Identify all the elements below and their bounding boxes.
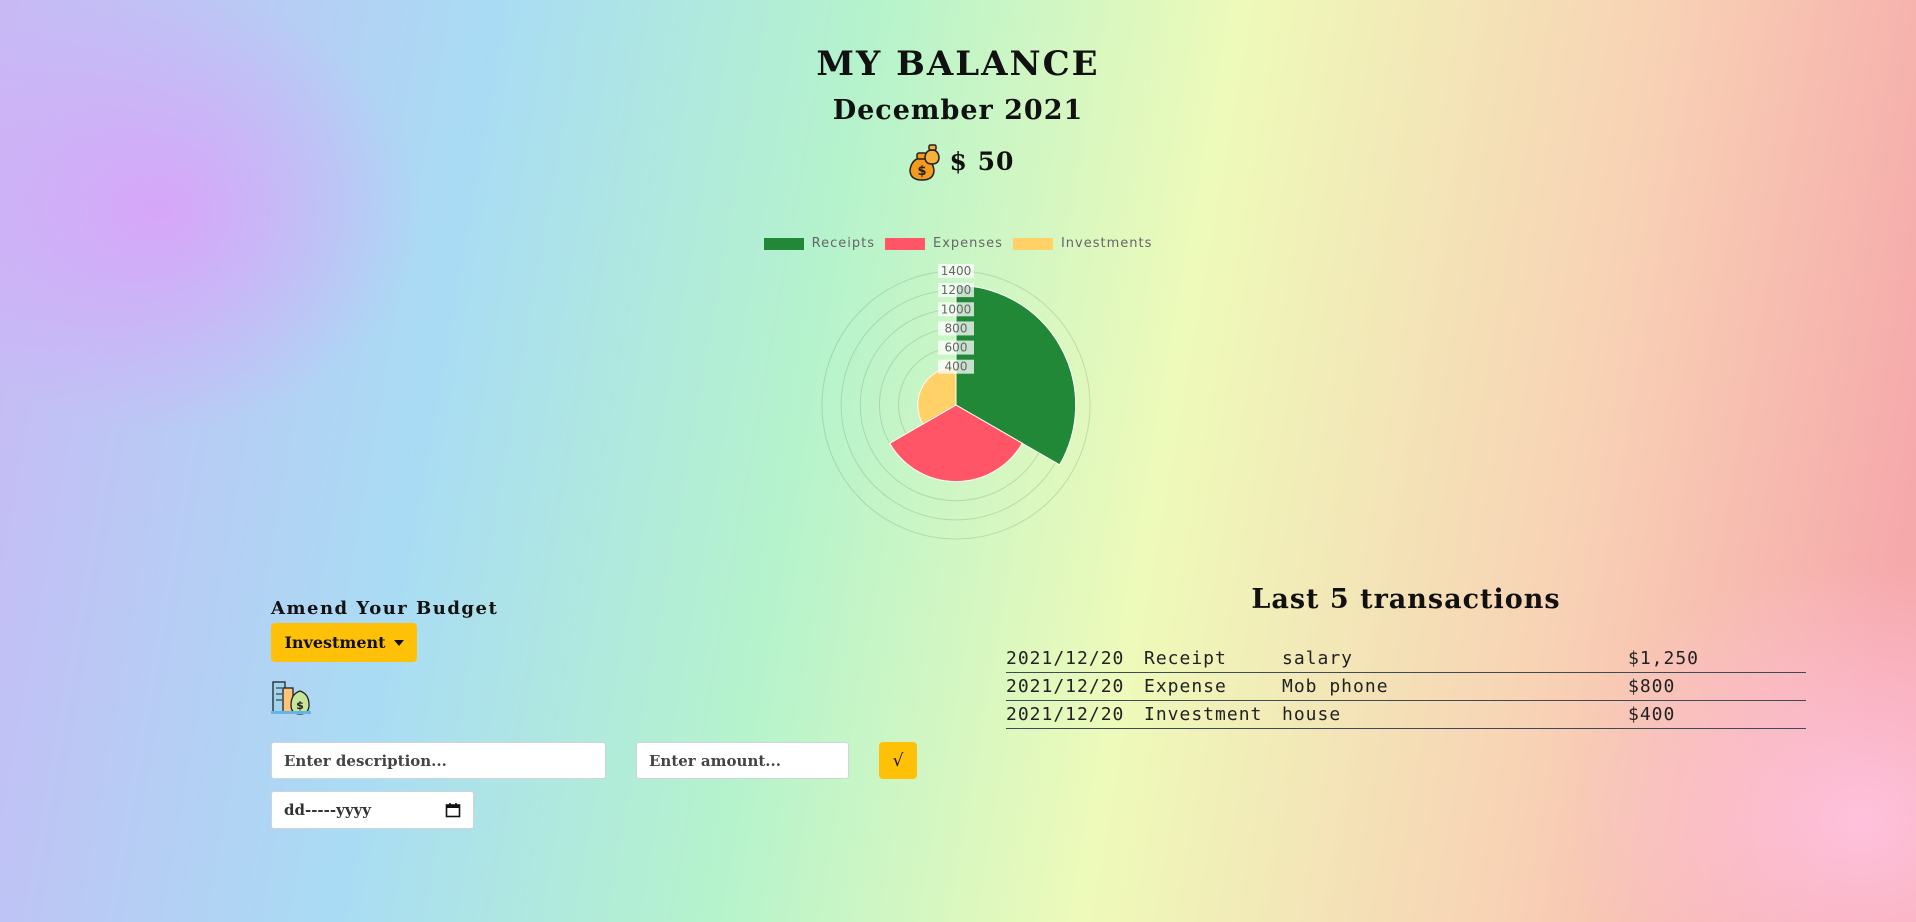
transaction-type-dropdown[interactable]: Investment: [271, 623, 417, 662]
legend-item-investments[interactable]: Investments: [1012, 236, 1153, 251]
table-row: 2021/12/20 Expense Mob phone $800: [1006, 673, 1806, 701]
tx-type: Expense: [1144, 676, 1227, 697]
legend-item-expenses[interactable]: Expenses: [884, 236, 1003, 251]
tick-label: 800: [945, 321, 968, 335]
legend-swatch-expenses: [884, 237, 925, 250]
legend-swatch-investments: [1012, 237, 1053, 250]
date-placeholder: dd-----yyyy: [284, 801, 371, 819]
amount-input[interactable]: Enter amount...: [636, 742, 849, 779]
balance-summary: $ $ 50: [0, 140, 1916, 182]
date-input[interactable]: dd-----yyyy: [271, 791, 474, 829]
amount-placeholder: Enter amount...: [649, 751, 781, 770]
polar-area-chart: 400 600 800 1000 1200 1400: [821, 264, 1091, 540]
tx-amount: $800: [1628, 676, 1676, 697]
tx-type: Receipt: [1144, 648, 1227, 669]
tx-amount: $400: [1628, 704, 1676, 725]
page-title: MY BALANCE: [816, 44, 1100, 84]
tx-amount: $1,250: [1628, 648, 1700, 669]
legend-swatch-receipts: [763, 237, 804, 250]
month-subtitle: December 2021: [832, 95, 1084, 126]
legend-label-receipts: Receipts: [811, 236, 875, 251]
tick-label: 400: [945, 360, 968, 374]
dropdown-selected-label: Investment: [284, 633, 386, 652]
description-input[interactable]: Enter description...: [271, 742, 606, 779]
chevron-down-icon: [393, 639, 404, 646]
legend-label-expenses: Expenses: [932, 236, 1003, 251]
investment-building-icon: $: [271, 681, 311, 715]
legend-item-receipts[interactable]: Receipts: [763, 236, 875, 251]
tick-label: 1000: [941, 302, 972, 316]
submit-button[interactable]: √: [879, 742, 917, 779]
tick-label: 1400: [941, 264, 972, 278]
tx-description: salary: [1282, 648, 1354, 669]
calendar-icon[interactable]: [445, 802, 461, 818]
budget-title: Amend Your Budget: [271, 598, 499, 619]
money-bags-icon: $: [908, 144, 940, 181]
svg-text:$: $: [917, 164, 926, 179]
tx-date: 2021/12/20: [1006, 676, 1125, 697]
svg-text:$: $: [296, 699, 304, 712]
tx-date: 2021/12/20: [1006, 704, 1125, 725]
chart-legend: Receipts Expenses Investments: [0, 236, 1916, 251]
balance-amount: $ 50: [949, 146, 1015, 176]
tx-description: house: [1282, 704, 1342, 725]
table-row: 2021/12/20 Investment house $400: [1006, 701, 1806, 729]
tx-type: Investment: [1144, 704, 1263, 725]
tx-description: Mob phone: [1282, 676, 1389, 697]
description-placeholder: Enter description...: [284, 751, 447, 770]
tick-label: 1200: [941, 283, 972, 297]
transactions-table: 2021/12/20 Receipt salary $1,250 2021/12…: [1006, 645, 1806, 729]
transactions-title: Last 5 transactions: [1251, 584, 1561, 615]
tick-label: 600: [945, 341, 968, 355]
legend-label-investments: Investments: [1060, 236, 1153, 251]
tx-date: 2021/12/20: [1006, 648, 1125, 669]
chart-slices: [889, 284, 1077, 483]
table-row: 2021/12/20 Receipt salary $1,250: [1006, 645, 1806, 673]
